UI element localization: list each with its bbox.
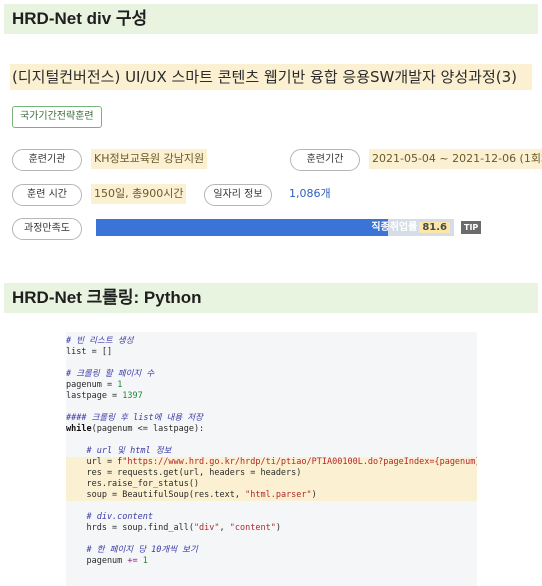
code-line-18: hrds = soup.find_all("div", "content")	[66, 523, 281, 533]
code-line-1: # 빈 리스트 생성	[66, 336, 134, 346]
satisfaction-label: 과정만족도	[12, 218, 82, 240]
employment-rate-fill	[96, 219, 389, 236]
code-line-17: # div.content	[66, 512, 153, 522]
code-line-6: lastpage = 1397	[66, 391, 143, 401]
employment-label-text: 직종취업률	[371, 222, 418, 233]
section-header-div-structure: HRD-Net div 구성	[4, 4, 538, 34]
course-title[interactable]: (디지털컨버전스) UI/UX 스마트 콘텐츠 웹기반 융합 응용SW개발자 양…	[10, 64, 532, 90]
code-line-13: res = requests.get(url, headers = header…	[66, 468, 477, 479]
employment-rate-bar: 직종취업률 81.6	[96, 219, 454, 236]
code-line-14: res.raise_for_status()	[66, 479, 477, 490]
jobs-info-label[interactable]: 일자리 정보	[204, 184, 272, 206]
tip-button[interactable]: TIP	[461, 221, 482, 234]
code-line-21: pagenum += 1	[66, 556, 148, 566]
hours-value: 150일, 총900시간	[91, 184, 187, 204]
period-value: 2021-05-04 ~ 2021-12-06 (1회차)	[369, 149, 542, 169]
code-line-9: while(pagenum <= lastpage):	[66, 424, 205, 434]
code-line-15: soup = BeautifulSoup(res.text, "html.par…	[66, 490, 477, 501]
code-line-5: pagenum = 1	[66, 380, 123, 390]
code-line-8: #### 크롤링 후 list에 내용 저장	[66, 413, 203, 423]
code-line-12: url = f"https://www.hrd.go.kr/hrdp/ti/pt…	[66, 457, 477, 468]
code-line-4: # 크롤링 할 페이지 수	[66, 369, 155, 379]
employment-rate-label: 직종취업률 81.6	[371, 219, 450, 236]
code-line-2: list = []	[66, 347, 113, 357]
period-label: 훈련기간	[290, 149, 360, 171]
code-block: # 빈 리스트 생성 list = [] # 크롤링 할 페이지 수 pagen…	[66, 332, 477, 586]
institution-value: KH정보교육원 강남지원	[91, 149, 208, 169]
code-line-11: # url 및 html 정보	[66, 446, 172, 456]
employment-rate-value: 81.6	[419, 222, 450, 233]
code-line-20: # 한 페이지 당 10개씩 보기	[66, 545, 198, 555]
institution-label: 훈련기관	[12, 149, 82, 171]
hours-label: 훈련 시간	[12, 184, 82, 206]
section-header-python-crawling: HRD-Net 크롤링: Python	[4, 283, 538, 313]
national-training-badge: 국가기간전략훈련	[12, 106, 102, 128]
jobs-info-value[interactable]: 1,086개	[286, 184, 334, 204]
